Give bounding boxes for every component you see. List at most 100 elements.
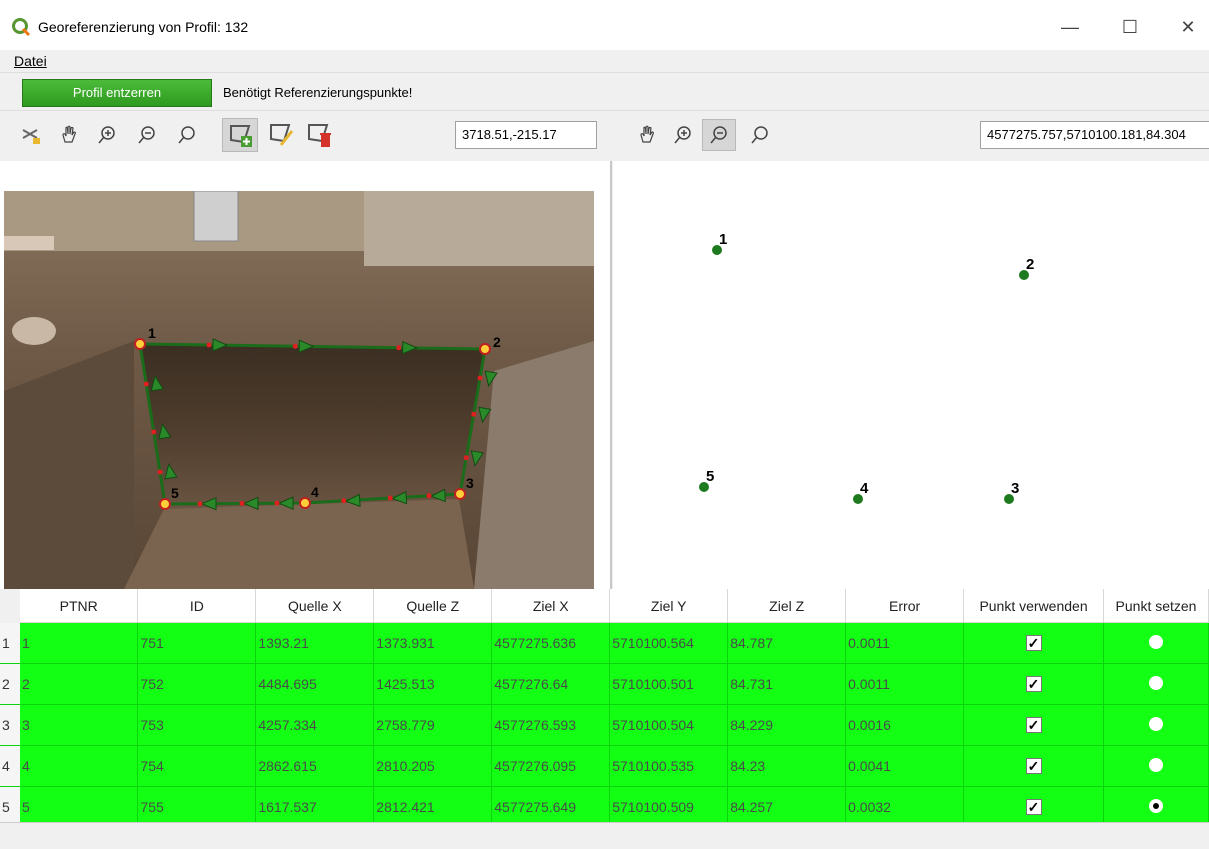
cell-error[interactable]: 0.0011 xyxy=(845,663,965,705)
cell-ziel-x[interactable]: 4577275.636 xyxy=(491,622,611,664)
column-header-error[interactable]: Error xyxy=(845,589,965,623)
source-canvas[interactable]: 1 2 3 4 5 xyxy=(0,161,612,589)
cell-quelle-x[interactable]: 4484.695 xyxy=(255,663,375,705)
zoom-in-icon[interactable] xyxy=(92,120,122,150)
column-header-quelle-z[interactable]: Quelle Z xyxy=(373,589,493,623)
source-point-marker[interactable] xyxy=(134,338,146,350)
cell-error[interactable]: 0.0041 xyxy=(845,745,965,787)
source-point-marker[interactable] xyxy=(479,343,491,355)
outline-segment xyxy=(458,348,487,495)
add-point-icon[interactable] xyxy=(222,118,258,152)
set-point-radio[interactable] xyxy=(1149,675,1163,690)
set-point-radio[interactable] xyxy=(1149,634,1163,649)
vertex-dot xyxy=(463,455,469,461)
cell-ziel-z[interactable]: 84.23 xyxy=(727,745,847,787)
status-bar xyxy=(0,822,1209,849)
cell-id[interactable]: 751 xyxy=(137,622,257,664)
vertex-dot xyxy=(292,343,298,349)
source-point-label: 5 xyxy=(171,485,179,501)
vertex-dot xyxy=(239,500,245,506)
cell-quelle-z[interactable]: 1425.513 xyxy=(373,663,493,705)
column-header-id[interactable]: ID xyxy=(137,589,257,623)
cell-id[interactable]: 754 xyxy=(137,745,257,787)
source-point-label: 4 xyxy=(311,484,319,500)
pan-icon[interactable] xyxy=(632,120,662,150)
edit-point-icon[interactable] xyxy=(266,120,296,150)
maximize-button[interactable]: ☐ xyxy=(1110,12,1150,42)
cell-quelle-z[interactable]: 1373.931 xyxy=(373,622,493,664)
column-header-ziel-y[interactable]: Ziel Y xyxy=(609,589,729,623)
use-point-checkbox[interactable]: ✓ xyxy=(1025,758,1042,774)
profil-entzerren-button[interactable]: Profil entzerren xyxy=(22,79,212,107)
vertex-dot xyxy=(143,381,149,387)
cell-id[interactable]: 752 xyxy=(137,663,257,705)
direction-arrow xyxy=(298,339,315,353)
table-row[interactable]: 1 1 751 1393.21 1373.931 4577275.636 5710100.5… xyxy=(0,622,1209,664)
column-header-ptnr[interactable]: PTNR xyxy=(19,589,139,623)
source-coordinates-field[interactable]: 3718.51,-215.17 xyxy=(455,121,597,149)
cell-quelle-z[interactable]: 2758.779 xyxy=(373,704,493,746)
source-point-marker[interactable] xyxy=(454,488,466,500)
cell-ziel-x[interactable]: 4577276.64 xyxy=(491,663,611,705)
column-header-punkt-verwenden[interactable]: Punkt verwenden xyxy=(963,589,1104,623)
direction-arrow xyxy=(164,462,178,480)
cell-quelle-z[interactable]: 2810.205 xyxy=(373,745,493,787)
close-button[interactable]: ✕ xyxy=(1168,12,1208,42)
cell-ziel-y[interactable]: 5710100.535 xyxy=(609,745,729,787)
menu-datei[interactable]: Datei xyxy=(14,53,47,69)
delete-point-icon[interactable] xyxy=(304,120,334,150)
cell-quelle-x[interactable]: 4257.334 xyxy=(255,704,375,746)
zoom-out-icon[interactable] xyxy=(702,119,736,151)
source-point-marker[interactable] xyxy=(159,498,171,510)
cell-ziel-z[interactable]: 84.787 xyxy=(727,622,847,664)
cell-quelle-x[interactable]: 1393.21 xyxy=(255,622,375,664)
set-point-radio[interactable] xyxy=(1149,716,1163,731)
target-coordinates-field[interactable]: 4577275.757,5710100.181,84.304 xyxy=(980,121,1209,149)
table-row[interactable]: 2 2 752 4484.695 1425.513 4577276.64 5710100.5… xyxy=(0,663,1209,705)
cell-ptnr[interactable]: 2 xyxy=(19,663,139,705)
cell-quelle-x[interactable]: 2862.615 xyxy=(255,745,375,787)
vertex-dot xyxy=(387,495,393,501)
column-header-ziel-x[interactable]: Ziel X xyxy=(491,589,611,623)
zoom-out-icon[interactable] xyxy=(132,120,162,150)
use-point-checkbox[interactable]: ✓ xyxy=(1025,799,1042,815)
gcp-table: PTNR ID Quelle X Quelle Z Ziel X Ziel Y … xyxy=(0,589,1209,828)
cell-punkt-setzen xyxy=(1103,745,1209,787)
vertex-dot xyxy=(471,411,477,417)
set-point-radio[interactable] xyxy=(1149,798,1163,813)
cell-error[interactable]: 0.0011 xyxy=(845,622,965,664)
pan-icon[interactable] xyxy=(54,120,84,150)
direction-arrow xyxy=(390,490,408,505)
cell-id[interactable]: 753 xyxy=(137,704,257,746)
source-point-marker[interactable] xyxy=(299,497,311,509)
cell-ziel-y[interactable]: 5710100.504 xyxy=(609,704,729,746)
use-point-checkbox[interactable]: ✓ xyxy=(1025,635,1042,651)
target-canvas[interactable]: 1 2 3 4 5 xyxy=(613,161,1209,589)
column-header-ziel-z[interactable]: Ziel Z xyxy=(727,589,847,623)
zoom-full-icon[interactable] xyxy=(172,120,202,150)
cell-ptnr[interactable]: 3 xyxy=(19,704,139,746)
title-bar: Georeferenzierung von Profil: 132 — ☐ ✕ xyxy=(0,0,1209,50)
zoom-full-icon[interactable] xyxy=(745,120,775,150)
minimize-button[interactable]: — xyxy=(1050,12,1090,42)
cell-ziel-x[interactable]: 4577276.095 xyxy=(491,745,611,787)
cell-ziel-y[interactable]: 5710100.501 xyxy=(609,663,729,705)
cell-error[interactable]: 0.0016 xyxy=(845,704,965,746)
vertex-dot xyxy=(197,501,203,507)
column-header-quelle-x[interactable]: Quelle X xyxy=(255,589,375,623)
column-header-punkt-setzen[interactable]: Punkt setzen xyxy=(1103,589,1209,623)
table-row[interactable]: 4 4 754 2862.615 2810.205 4577276.095 5710100.… xyxy=(0,745,1209,787)
cell-ptnr[interactable]: 4 xyxy=(19,745,139,787)
cut-icon[interactable] xyxy=(16,120,46,150)
use-point-checkbox[interactable]: ✓ xyxy=(1025,717,1042,733)
use-point-checkbox[interactable]: ✓ xyxy=(1025,676,1042,692)
cell-ziel-x[interactable]: 4577276.593 xyxy=(491,704,611,746)
cell-ziel-y[interactable]: 5710100.564 xyxy=(609,622,729,664)
table-row[interactable]: 3 3 753 4257.334 2758.779 4577276.593 5710100.… xyxy=(0,704,1209,746)
cell-ziel-z[interactable]: 84.229 xyxy=(727,704,847,746)
cell-ziel-z[interactable]: 84.731 xyxy=(727,663,847,705)
cell-ptnr[interactable]: 1 xyxy=(19,622,139,664)
zoom-in-icon[interactable] xyxy=(668,120,698,150)
set-point-radio[interactable] xyxy=(1149,757,1163,772)
vertex-dot xyxy=(341,498,347,504)
